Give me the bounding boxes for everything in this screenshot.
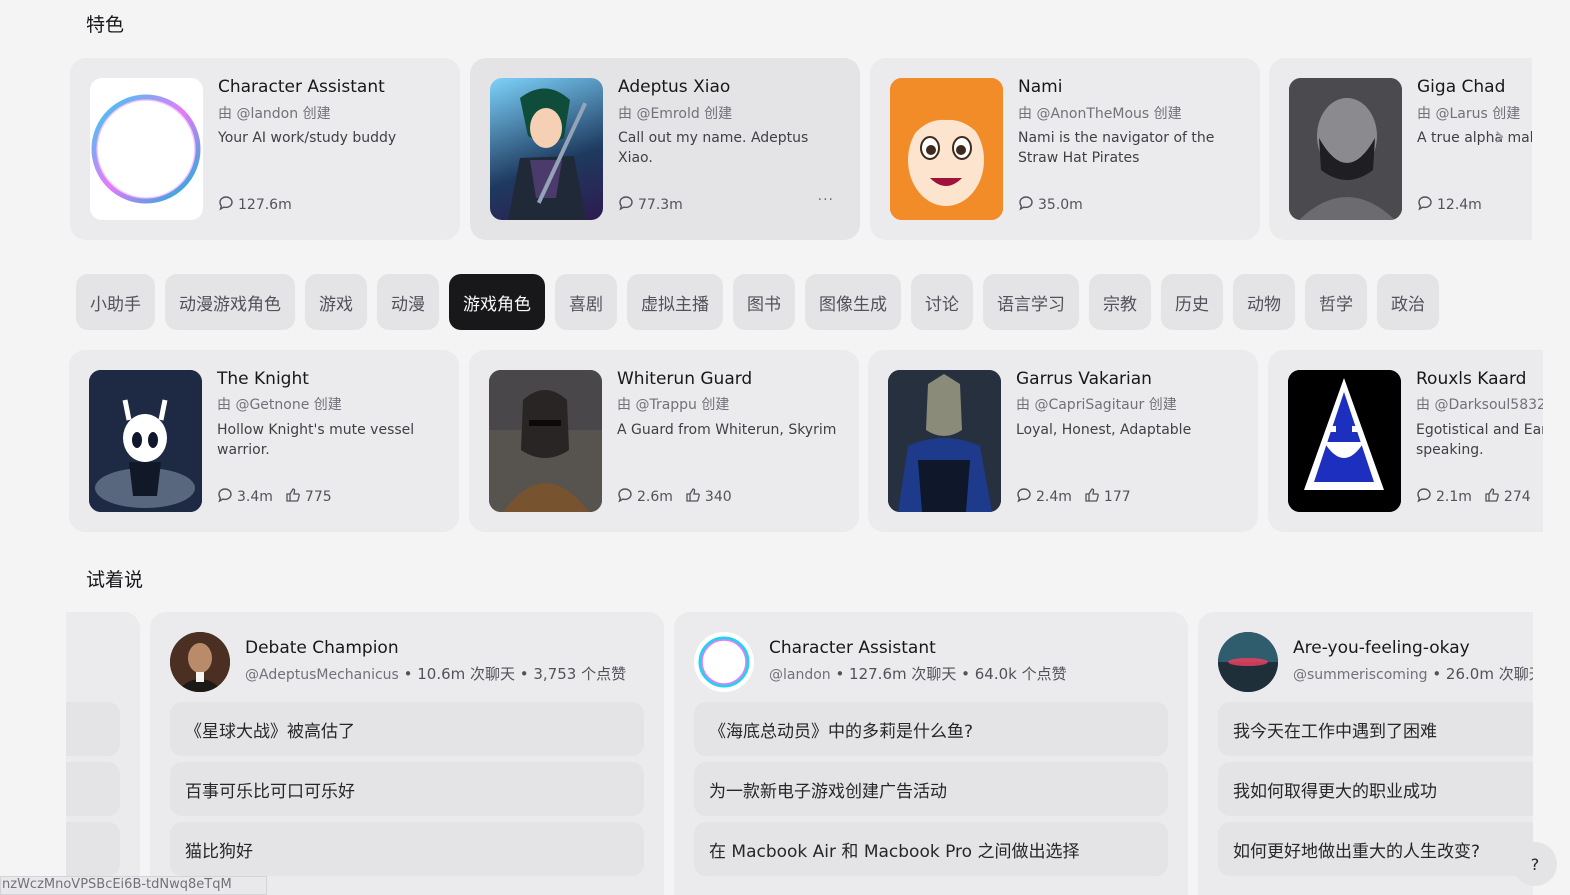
prompt-chip[interactable]: [66, 822, 120, 876]
try-card-meta: @AdeptusMechanicus • 10.6m 次聊天 • 3,753 个…: [245, 663, 626, 684]
help-button[interactable]: ?: [1513, 842, 1557, 886]
try-card-partial: [66, 612, 140, 895]
try-card-debate-champion: Debate Champion @AdeptusMechanicus • 10.…: [150, 612, 664, 895]
try-card-meta: @landon • 127.6m 次聊天 • 64.0k 个点赞: [769, 663, 1067, 684]
sunset-avatar-icon: [1218, 632, 1278, 692]
prompt-chip[interactable]: 《星球大战》被高估了: [170, 702, 644, 756]
prompt-chip[interactable]: 猫比狗好: [170, 822, 644, 876]
try-card-handle[interactable]: @landon: [769, 667, 831, 683]
prompt-chip[interactable]: [66, 762, 120, 816]
try-card-character-assistant: Character Assistant @landon • 127.6m 次聊天…: [674, 612, 1188, 895]
prompt-chip[interactable]: 为一款新电子游戏创建广告活动: [694, 762, 1168, 816]
try-card-stats: • 127.6m 次聊天 • 64.0k 个点赞: [830, 665, 1067, 683]
try-card-name: Character Assistant: [769, 638, 936, 658]
prompt-chip[interactable]: 《海底总动员》中的多莉是什么鱼?: [694, 702, 1168, 756]
glow-ring-avatar-icon: [694, 632, 754, 692]
prompt-chip[interactable]: 我今天在工作中遇到了困难: [1218, 702, 1533, 756]
try-card-name: Debate Champion: [245, 638, 399, 658]
try-card-handle[interactable]: @AdeptusMechanicus: [245, 667, 399, 683]
try-card-are-you-feeling-okay: Are-you-feeling-okay @summeriscoming • 2…: [1198, 612, 1533, 895]
try-card-stats: • 10.6m 次聊天 • 3,753 个点赞: [398, 665, 627, 683]
try-card-handle[interactable]: @summeriscoming: [1293, 667, 1428, 683]
try-card-name: Are-you-feeling-okay: [1293, 638, 1470, 658]
debate-champion-avatar-icon: [170, 632, 230, 692]
try-card-stats: • 26.0m 次聊天: [1427, 665, 1533, 683]
prompt-chip[interactable]: 在 Macbook Air 和 Macbook Pro 之间做出选择: [694, 822, 1168, 876]
try-card-meta: @summeriscoming • 26.0m 次聊天: [1293, 663, 1533, 684]
prompt-chip[interactable]: 百事可乐比可口可乐好: [170, 762, 644, 816]
status-url-bar: nzWczMnoVPSBcEi6B-tdNwq8eTqM: [0, 876, 267, 895]
try-saying-row: Debate Champion @AdeptusMechanicus • 10.…: [66, 0, 1533, 895]
prompt-chip[interactable]: [66, 702, 120, 756]
prompt-chip[interactable]: 我如何取得更大的职业成功: [1218, 762, 1533, 816]
prompt-chip[interactable]: 如何更好地做出重大的人生改变?: [1218, 822, 1533, 876]
